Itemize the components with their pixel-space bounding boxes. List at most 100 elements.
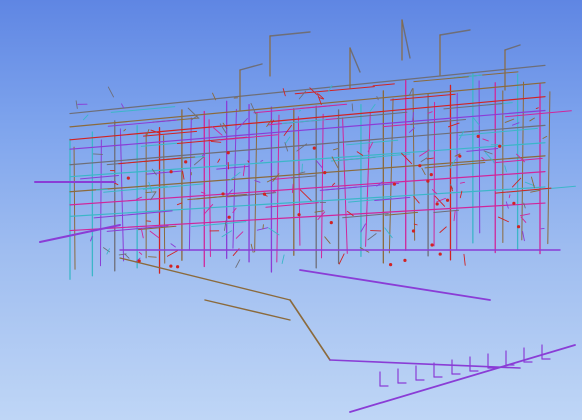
fitting-pipe[interactable] <box>250 243 254 253</box>
fitting-pipe[interactable] <box>453 210 456 222</box>
pipe-fitting-node[interactable] <box>388 263 393 267</box>
branch-pipe[interactable] <box>69 109 546 150</box>
fitting-pipe[interactable] <box>203 203 214 215</box>
pipe-fitting-node[interactable] <box>435 202 439 206</box>
fitting-pipe[interactable] <box>291 183 294 194</box>
pipe-fitting-node[interactable] <box>221 192 225 196</box>
fitting-pipe[interactable] <box>497 216 509 223</box>
vent-pipe[interactable] <box>504 44 521 51</box>
riser-pipe[interactable] <box>163 135 166 264</box>
branch-pipe[interactable] <box>107 119 177 127</box>
branch-pipe[interactable] <box>216 165 249 170</box>
fitting-pipe[interactable] <box>148 256 157 258</box>
pipe-fitting-node[interactable] <box>312 146 316 150</box>
pipe-fitting-node[interactable] <box>226 151 230 155</box>
fitting-pipe[interactable] <box>484 152 496 164</box>
fitting-pipe[interactable] <box>182 170 185 180</box>
riser-pipe[interactable] <box>297 116 301 246</box>
fitting-pipe[interactable] <box>535 107 539 109</box>
branch-pipe[interactable] <box>118 157 182 165</box>
fitting-pipe[interactable] <box>463 253 466 266</box>
branch-pipe[interactable] <box>504 110 572 118</box>
fitting-pipe[interactable] <box>92 153 103 155</box>
pipe-fitting-node[interactable] <box>297 213 301 217</box>
riser-pipe[interactable] <box>547 91 551 245</box>
branch-pipe[interactable] <box>142 183 204 190</box>
fitting-pipe[interactable] <box>145 191 157 194</box>
pipe-fitting-node[interactable] <box>137 259 141 263</box>
riser-pipe[interactable] <box>321 113 324 259</box>
fitting-pipe[interactable] <box>459 181 466 184</box>
main-pipe[interactable] <box>299 269 491 301</box>
vent-pipe[interactable] <box>239 63 263 71</box>
branch-pipe[interactable] <box>390 93 456 101</box>
riser-pipe[interactable] <box>365 112 371 247</box>
fitting-pipe[interactable] <box>504 165 507 173</box>
branch-pipe[interactable] <box>69 142 546 178</box>
branch-pipe[interactable] <box>253 105 331 114</box>
riser-pipe[interactable] <box>276 114 280 263</box>
branch-pipe[interactable] <box>372 83 395 87</box>
pipe-fitting-node[interactable] <box>512 201 516 205</box>
fitting-pipe[interactable] <box>439 226 447 233</box>
fitting-pipe[interactable] <box>299 189 312 202</box>
fitting-pipe[interactable] <box>256 227 269 231</box>
fitting-pipe[interactable] <box>504 118 515 123</box>
fitting-pipe[interactable] <box>332 148 339 151</box>
fitting-pipe[interactable] <box>124 253 130 259</box>
fitting-pipe[interactable] <box>298 109 302 112</box>
fitting-pipe[interactable] <box>170 243 176 248</box>
pipe-fitting-node[interactable] <box>426 179 430 183</box>
branch-pipe[interactable] <box>294 86 375 95</box>
pipe-fitting-node[interactable] <box>227 215 231 219</box>
riser-pipe[interactable] <box>119 128 125 262</box>
fitting-pipe[interactable] <box>283 124 292 136</box>
pipe-fitting-node[interactable] <box>438 252 442 256</box>
fitting-pipe[interactable] <box>232 207 237 213</box>
fitting-pipe[interactable] <box>529 117 535 122</box>
riser-pipe[interactable] <box>412 88 416 241</box>
fitting-pipe[interactable] <box>409 88 413 96</box>
main-pipe[interactable] <box>349 344 576 413</box>
vent-pipe[interactable] <box>349 47 361 73</box>
pipe-fitting-node[interactable] <box>516 225 521 229</box>
fitting-pipe[interactable] <box>508 194 511 199</box>
pipe-fitting-node[interactable] <box>458 154 462 158</box>
fitting-pipe[interactable] <box>121 103 125 109</box>
fitting-pipe[interactable] <box>123 128 127 132</box>
branch-pipe[interactable] <box>110 106 176 113</box>
fitting-pipe[interactable] <box>250 102 257 115</box>
fitting-pipe[interactable] <box>210 140 222 143</box>
fitting-pipe[interactable] <box>351 103 354 112</box>
fitting-pipe[interactable] <box>512 177 522 188</box>
fitting-pipe[interactable] <box>211 126 223 136</box>
vent-pipe[interactable] <box>401 19 411 59</box>
pipe-fitting-node[interactable] <box>323 171 327 175</box>
fitting-pipe[interactable] <box>140 228 144 239</box>
riser-pipe[interactable] <box>388 98 394 254</box>
fitting-pipe[interactable] <box>187 107 200 119</box>
fitting-pipe[interactable] <box>107 86 114 98</box>
fitting-pipe[interactable] <box>166 250 178 257</box>
pipe-fitting-node[interactable] <box>429 172 433 177</box>
pipe-fitting-node[interactable] <box>126 176 130 180</box>
fitting-pipe[interactable] <box>298 90 307 100</box>
riser-pipe[interactable] <box>478 80 481 234</box>
pipe-fitting-node[interactable] <box>175 265 180 269</box>
fitting-pipe[interactable] <box>369 103 376 113</box>
branch-pipe[interactable] <box>466 148 499 152</box>
fitting-pipe[interactable] <box>356 151 364 156</box>
fitting-pipe[interactable] <box>376 96 379 101</box>
fitting-pipe[interactable] <box>82 114 89 121</box>
fitting-pipe[interactable] <box>401 152 413 165</box>
riser-pipe[interactable] <box>188 117 192 251</box>
fitting-pipe[interactable] <box>367 233 377 241</box>
fitting-pipe[interactable] <box>338 253 345 265</box>
pipe-fitting-node[interactable] <box>169 170 173 174</box>
fitting-pipe[interactable] <box>194 156 205 166</box>
fitting-pipe[interactable] <box>472 116 480 126</box>
fitting-pipe[interactable] <box>530 176 535 189</box>
fitting-pipe[interactable] <box>420 157 428 163</box>
branch-pipe[interactable] <box>69 202 546 232</box>
branch-pipe[interactable] <box>69 186 546 217</box>
